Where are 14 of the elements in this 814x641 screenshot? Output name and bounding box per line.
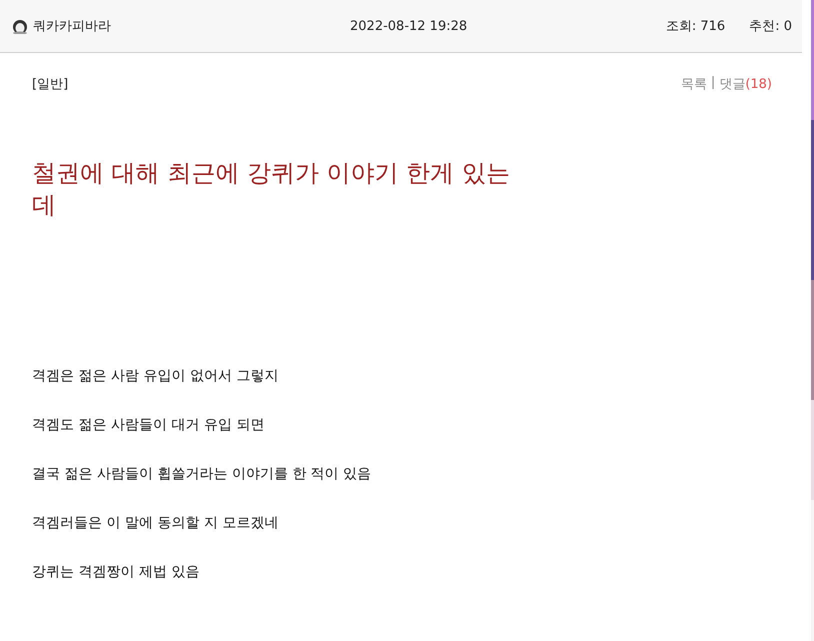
post-date: 2022-08-12 19:28 [349, 18, 468, 34]
author-name[interactable]: 쿼카카피바라 [33, 17, 111, 35]
body-paragraph: 결국 젊은 사람들이 휩쓸거라는 이야기를 한 적이 있음 [32, 465, 372, 484]
separator: | [710, 75, 716, 92]
comments-link[interactable]: 댓글(18) [719, 75, 772, 93]
body-paragraph: 격겜은 젊은 사람 유입이 없어서 그렇지 [32, 367, 280, 386]
list-link[interactable]: 목록 [680, 75, 707, 93]
body-paragraph: 격겜도 젊은 사람들이 대거 유입 되면 [32, 416, 266, 435]
category-label: [일반] [32, 76, 68, 93]
recommend-count: 추천: 0 [749, 18, 792, 35]
body-paragraph: 강퀴는 격겜짱이 제법 있음 [32, 563, 200, 582]
body-paragraph: 격겜러들은 이 말에 동의할 지 모르겠네 [32, 514, 280, 533]
post-title: 철권에 대해 최근에 강퀴가 이야기 한게 있는데 [32, 158, 511, 221]
view-count: 조회: 716 [666, 18, 726, 35]
